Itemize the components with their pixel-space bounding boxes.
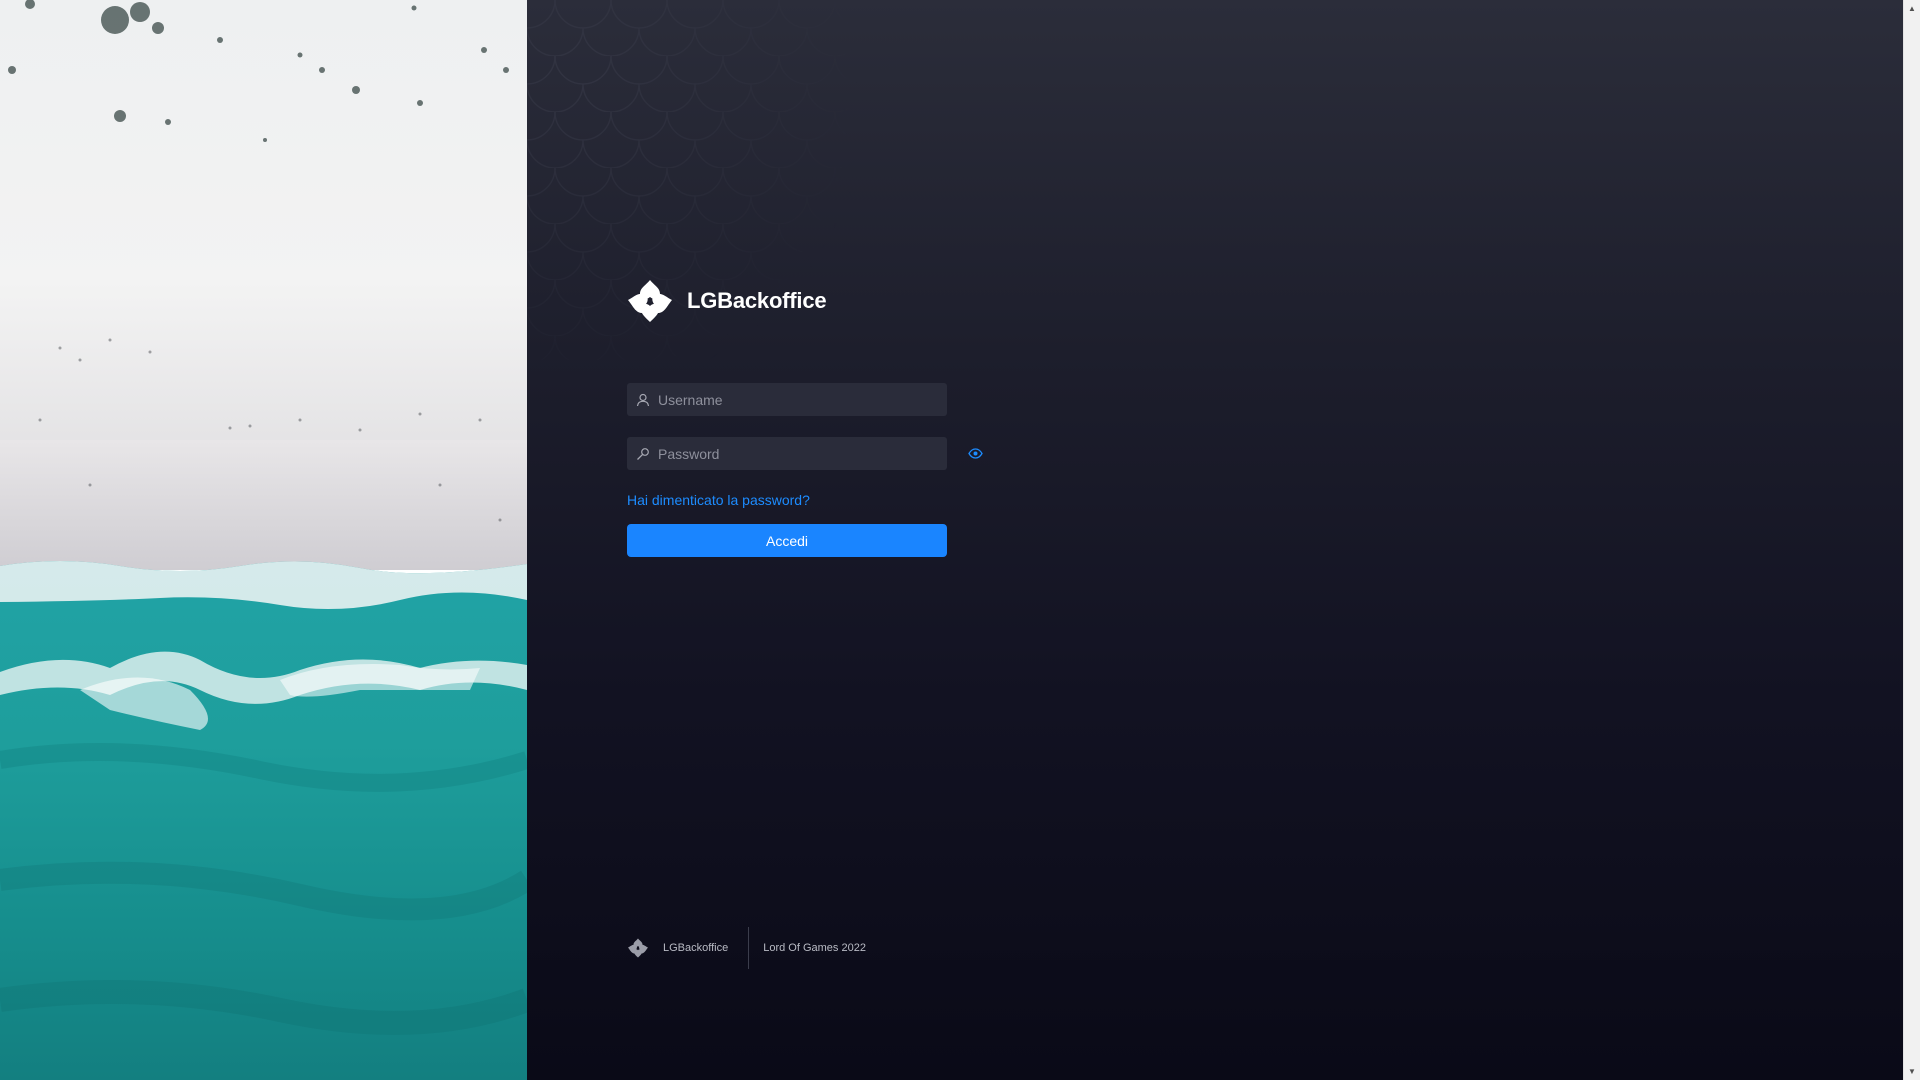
key-icon (635, 446, 651, 462)
password-input[interactable] (658, 437, 947, 470)
eye-icon[interactable] (967, 446, 983, 460)
footer-brand: LGBackoffice (663, 942, 729, 954)
footer-divider (748, 927, 750, 969)
scroll-down-arrow-icon[interactable]: ▼ (1904, 1063, 1920, 1080)
brand-header: LGBackoffice (627, 279, 827, 323)
clover-logo-icon (628, 938, 648, 958)
brand-title: LGBackoffice (687, 288, 827, 313)
scroll-up-arrow-icon[interactable]: ▲ (1904, 0, 1920, 17)
beach-aerial-image (0, 0, 527, 1080)
vertical-scrollbar[interactable]: ▲ ▼ (1903, 0, 1920, 1080)
login-panel: LGBackoffice Username Hai dimenticato la… (527, 0, 1903, 1080)
footer-copyright: Lord Of Games 2022 (763, 942, 866, 954)
footer: LGBackoffice Lord Of Games 2022 (627, 927, 866, 969)
user-icon (635, 392, 651, 408)
password-field[interactable] (627, 437, 947, 470)
username-input[interactable] (658, 383, 947, 416)
clover-logo-icon (628, 280, 672, 322)
login-page: LGBackoffice Username Hai dimenticato la… (0, 0, 1920, 1080)
login-button[interactable]: Accedi (627, 524, 947, 557)
username-field[interactable] (627, 383, 947, 416)
forgot-password-link[interactable]: Hai dimenticato la password? (627, 492, 810, 508)
